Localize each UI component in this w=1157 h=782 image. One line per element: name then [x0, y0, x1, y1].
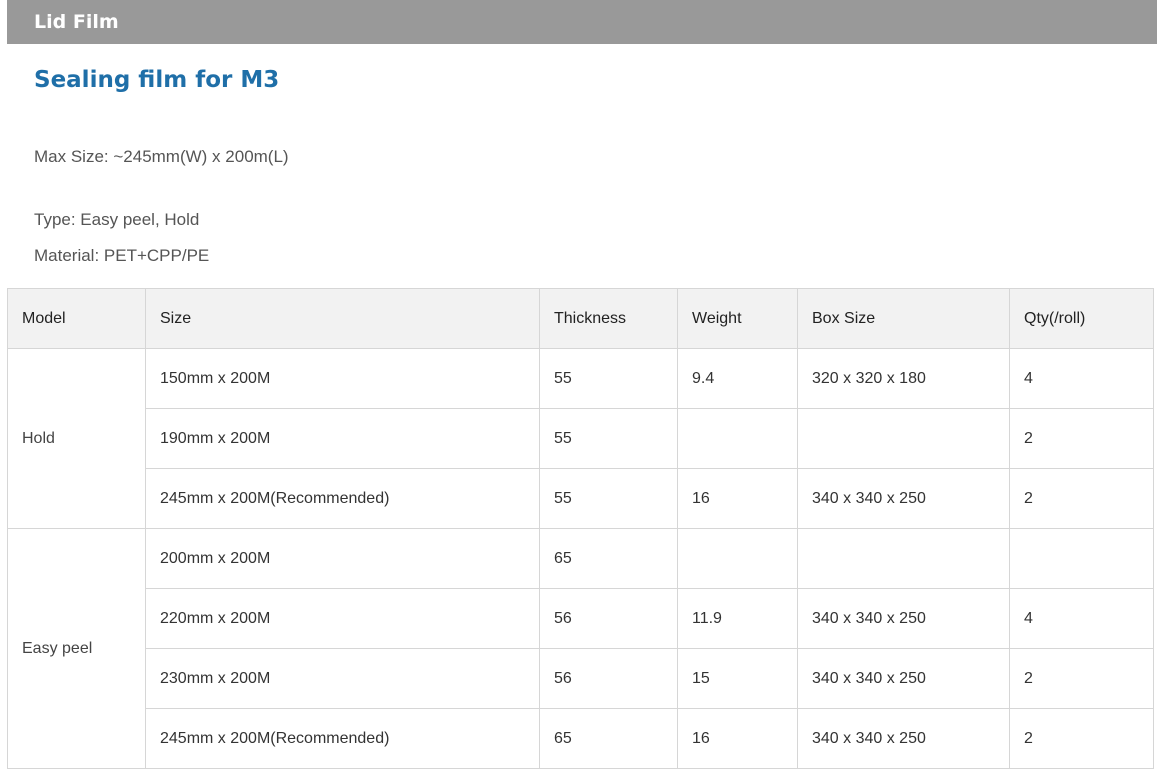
box-size-cell — [797, 408, 1010, 469]
table-row: 245mm x 200M(Recommended) 55 16 340 x 34… — [8, 468, 1154, 529]
qty-cell: 4 — [1009, 348, 1154, 409]
max-size-text: Max Size: ~245mm(W) x 200m(L) — [34, 147, 289, 166]
section-header: Lid Film — [7, 0, 1157, 44]
size-cell: 220mm x 200M — [145, 588, 540, 649]
product-title: Sealing film for M3 — [34, 67, 280, 93]
box-size-cell: 340 x 340 x 250 — [797, 648, 1010, 709]
header-weight: Weight — [677, 288, 798, 349]
qty-cell: 2 — [1009, 708, 1154, 769]
thickness-cell: 55 — [539, 408, 678, 469]
thickness-cell: 56 — [539, 588, 678, 649]
box-size-cell: 340 x 340 x 250 — [797, 588, 1010, 649]
weight-cell: 11.9 — [677, 588, 798, 649]
qty-cell: 4 — [1009, 588, 1154, 649]
material-text: Material: PET+CPP/PE — [34, 246, 210, 265]
table-row: 190mm x 200M 55 2 — [8, 408, 1154, 469]
size-cell: 245mm x 200M(Recommended) — [145, 468, 540, 529]
film-spec-table: Model Size Thickness Weight Box Size Qty… — [7, 288, 1154, 769]
weight-cell: 9.4 — [677, 348, 798, 409]
header-box-size: Box Size — [797, 288, 1010, 349]
weight-cell: 16 — [677, 468, 798, 529]
box-size-cell — [797, 528, 1010, 589]
weight-cell — [677, 528, 798, 589]
model-cell: Easy peel — [7, 528, 146, 769]
qty-cell: 2 — [1009, 408, 1154, 469]
size-cell: 200mm x 200M — [145, 528, 540, 589]
size-cell: 150mm x 200M — [145, 348, 540, 409]
qty-cell: 2 — [1009, 468, 1154, 529]
header-thickness: Thickness — [539, 288, 678, 349]
box-size-cell: 340 x 340 x 250 — [797, 708, 1010, 769]
header-model: Model — [7, 288, 146, 349]
weight-cell: 15 — [677, 648, 798, 709]
thickness-cell: 65 — [539, 708, 678, 769]
header-qty: Qty(/roll) — [1009, 288, 1154, 349]
type-text: Type: Easy peel, Hold — [34, 210, 200, 229]
size-cell: 190mm x 200M — [145, 408, 540, 469]
table-row: 245mm x 200M(Recommended) 65 16 340 x 34… — [8, 708, 1154, 769]
thickness-cell: 55 — [539, 468, 678, 529]
box-size-cell: 320 x 320 x 180 — [797, 348, 1010, 409]
weight-cell — [677, 408, 798, 469]
thickness-cell: 65 — [539, 528, 678, 589]
table-row: 230mm x 200M 56 15 340 x 340 x 250 2 — [8, 648, 1154, 709]
qty-cell: 2 — [1009, 648, 1154, 709]
size-cell: 245mm x 200M(Recommended) — [145, 708, 540, 769]
thickness-cell: 56 — [539, 648, 678, 709]
weight-cell: 16 — [677, 708, 798, 769]
table-row: Easy peel 200mm x 200M 65 — [7, 528, 1154, 769]
table-header-row: Model Size Thickness Weight Box Size Qty… — [7, 288, 1154, 349]
model-cell: Hold — [7, 348, 146, 529]
header-size: Size — [145, 288, 540, 349]
qty-cell — [1009, 528, 1154, 589]
thickness-cell: 55 — [539, 348, 678, 409]
size-cell: 230mm x 200M — [145, 648, 540, 709]
table-row: Hold 150mm x 200M 55 9.4 320 x 320 x 180… — [7, 348, 1154, 529]
table-row: 220mm x 200M 56 11.9 340 x 340 x 250 4 — [8, 588, 1154, 649]
box-size-cell: 340 x 340 x 250 — [797, 468, 1010, 529]
